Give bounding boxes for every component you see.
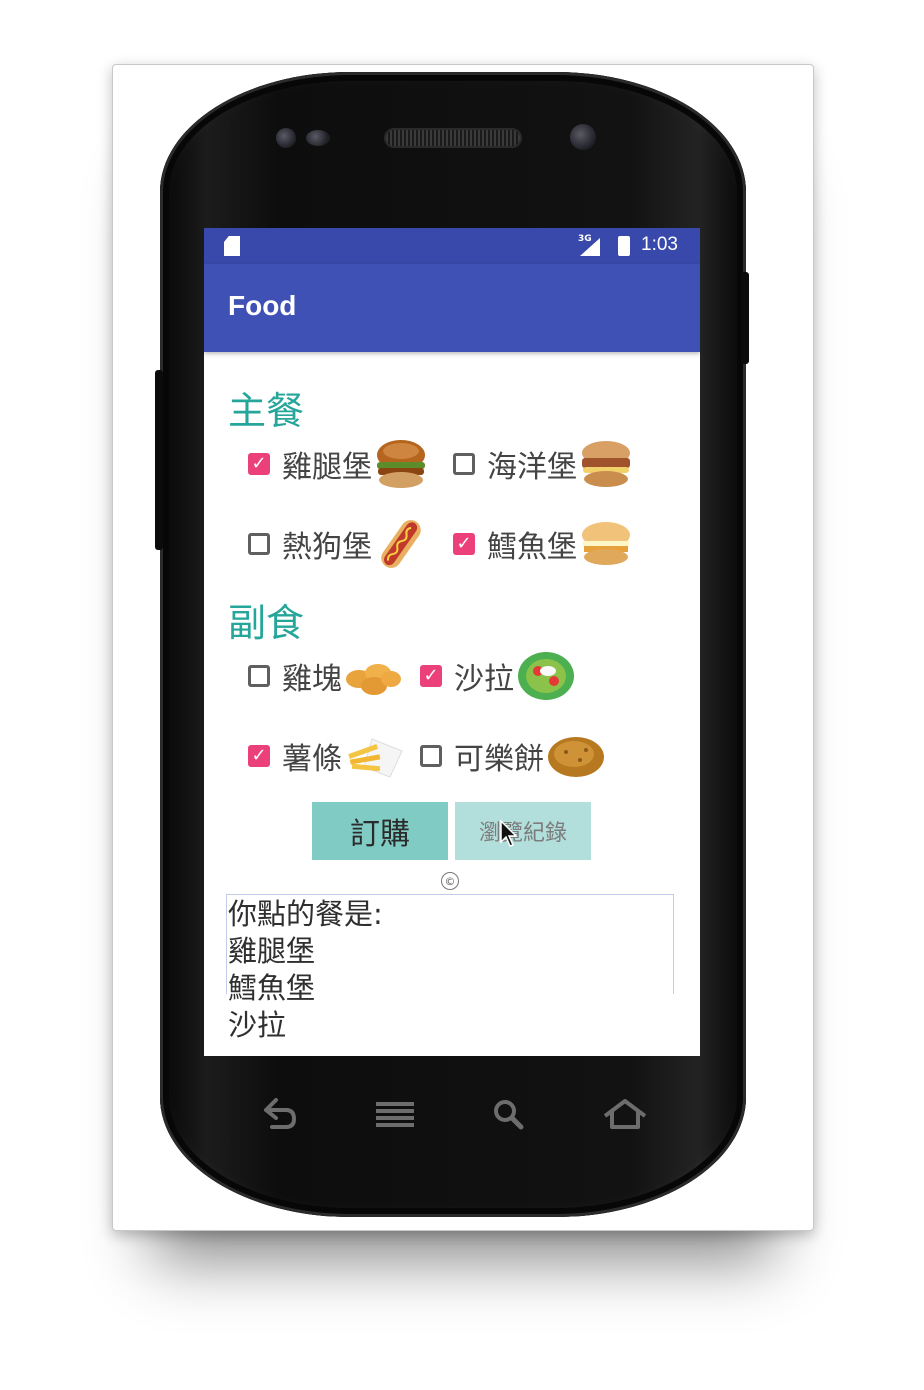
option-fries[interactable]: ✓ 薯條 (248, 732, 404, 780)
app-bar: Food (204, 264, 700, 352)
volume-button[interactable] (155, 370, 163, 550)
sd-card-icon (224, 236, 240, 256)
chicken-burger-image (377, 440, 425, 488)
option-label: 海洋堡 (487, 450, 577, 485)
main-course-title: 主餐 (228, 389, 305, 433)
ocean-burger-image (582, 441, 630, 487)
option-croquette[interactable]: 可樂餅 (420, 732, 606, 780)
network-type: 3G (578, 234, 592, 244)
option-salad[interactable]: ✓ 沙拉 (420, 652, 576, 700)
checkbox-unchecked[interactable] (248, 533, 270, 555)
salad-image (518, 652, 574, 700)
option-label: 可樂餅 (454, 742, 544, 777)
order-result-line: 雞腿堡 (228, 934, 316, 968)
status-bar: 3G 1:03 (204, 228, 700, 264)
proximity-sensor (276, 128, 296, 148)
option-chicken-burger[interactable]: ✓ 雞腿堡 (248, 440, 428, 488)
phone-screen: 3G 1:03 Food 主餐 ✓ 雞腿堡 海洋堡 熱狗堡 ✓ 鱈魚堡 副食 雞… (204, 228, 700, 1056)
order-result-line: 沙拉 (228, 1008, 287, 1042)
back-icon[interactable] (256, 1094, 300, 1134)
option-label: 薯條 (282, 742, 342, 777)
option-nuggets[interactable]: 雞塊 (248, 652, 402, 700)
order-result: 你點的餐是: 雞腿堡 鱈魚堡 沙拉 (228, 896, 383, 1044)
checkbox-unchecked[interactable] (420, 745, 442, 767)
fries-image (348, 738, 403, 778)
checkbox-unchecked[interactable] (248, 665, 270, 687)
side-dish-title: 副食 (228, 601, 305, 645)
light-sensor (306, 130, 330, 146)
checkbox-unchecked[interactable] (453, 453, 475, 475)
menu-icon[interactable] (372, 1094, 418, 1134)
battery-icon (618, 236, 630, 256)
search-icon[interactable] (488, 1094, 528, 1134)
option-ocean-burger[interactable]: 海洋堡 (453, 440, 633, 488)
order-button[interactable]: 訂購 (312, 802, 448, 860)
hotdog-image (381, 520, 421, 568)
croquette-image (548, 737, 604, 777)
order-result-line: 鱈魚堡 (228, 971, 316, 1005)
checkbox-checked[interactable]: ✓ (248, 453, 270, 475)
earpiece-speaker (386, 130, 520, 146)
mouse-cursor-icon (500, 820, 518, 847)
option-label: 雞腿堡 (282, 450, 372, 485)
app-title: Food (228, 290, 297, 321)
order-result-heading: 你點的餐是: (228, 897, 383, 931)
copyright-icon: © (441, 872, 459, 890)
status-time: 1:03 (641, 234, 678, 255)
option-label: 熱狗堡 (282, 530, 372, 565)
nuggets-image (346, 664, 401, 695)
history-button[interactable]: 瀏覽紀錄 (455, 802, 591, 860)
fish-burger-image (582, 522, 630, 565)
home-icon[interactable] (600, 1094, 650, 1134)
checkbox-checked[interactable]: ✓ (453, 533, 475, 555)
checkbox-checked[interactable]: ✓ (248, 745, 270, 767)
option-label: 沙拉 (454, 662, 514, 697)
option-fish-burger[interactable]: ✓ 鱈魚堡 (453, 520, 633, 568)
front-camera (570, 124, 596, 150)
power-button[interactable] (741, 272, 749, 364)
option-label: 鱈魚堡 (487, 530, 577, 565)
checkbox-checked[interactable]: ✓ (420, 665, 442, 687)
option-hotdog[interactable]: 熱狗堡 (248, 520, 428, 568)
option-label: 雞塊 (282, 662, 342, 697)
